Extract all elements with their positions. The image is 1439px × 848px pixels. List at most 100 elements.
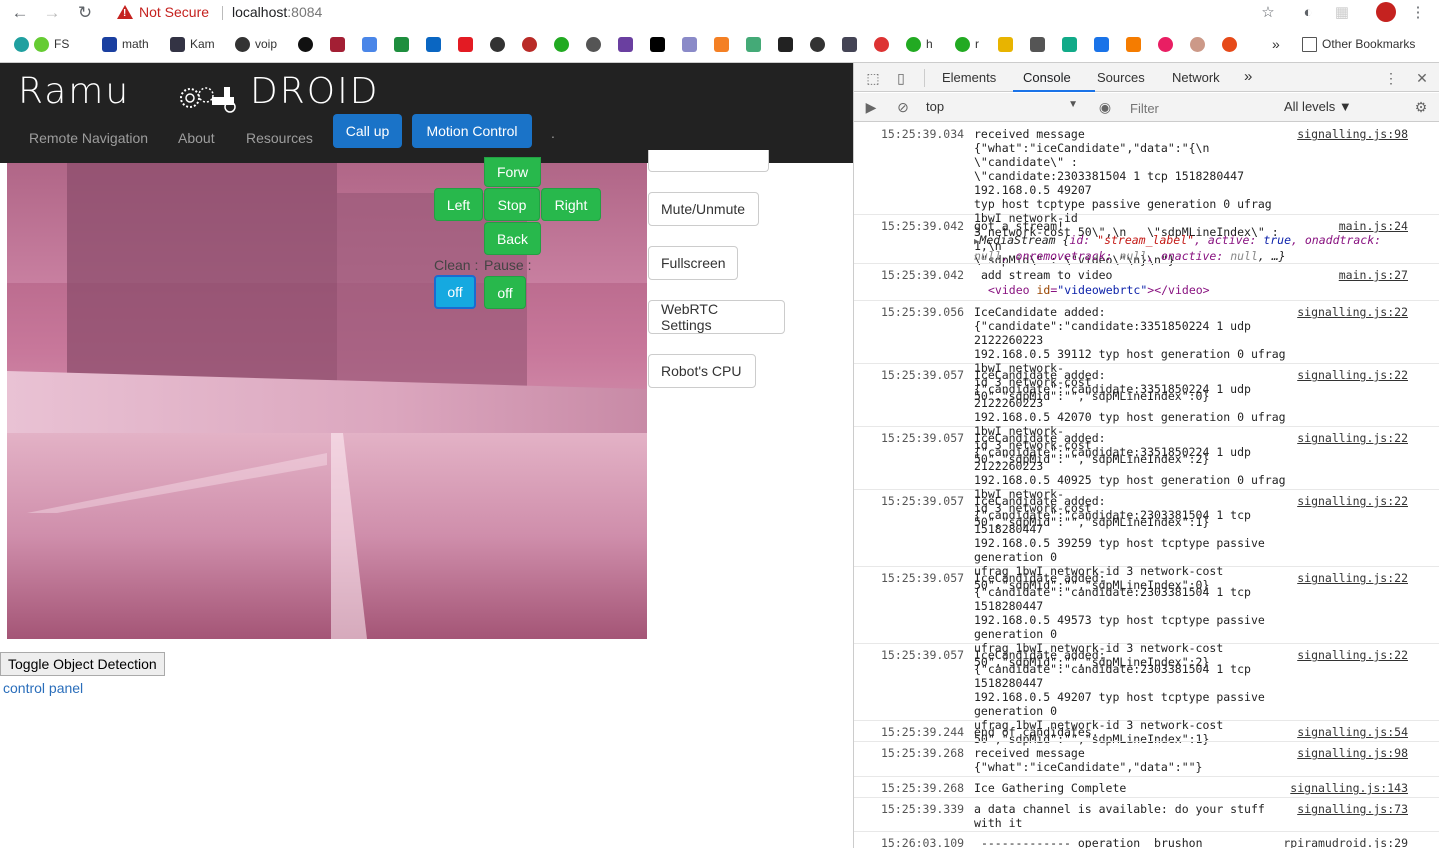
tab-console[interactable]: Console — [1023, 70, 1071, 85]
mediastream-object[interactable]: ▶MediaStream {id: "stream_label", active… — [974, 233, 1414, 263]
bookmark-r[interactable]: r — [955, 36, 979, 52]
log-timestamp: 15:25:39.057 — [881, 648, 965, 662]
log-source-link[interactable]: signalling.js:22 — [1297, 494, 1408, 508]
tab-sources[interactable]: Sources — [1097, 70, 1145, 85]
bookmark-q[interactable] — [522, 36, 542, 52]
call-up-button[interactable]: Call up — [333, 114, 402, 148]
log-source-link[interactable]: rpiramudroid.js:29 — [1283, 836, 1408, 848]
nav-remote-navigation[interactable]: Remote Navigation — [29, 130, 148, 146]
bookmark-globe[interactable] — [490, 36, 510, 52]
log-source-link[interactable]: main.js:24 — [1339, 219, 1408, 233]
star-icon[interactable]: ☆ — [1258, 3, 1278, 23]
bookmark-ti[interactable] — [998, 36, 1018, 52]
control-panel-link[interactable]: control panel — [3, 680, 83, 696]
log-source-link[interactable]: signalling.js:22 — [1297, 571, 1408, 585]
toggle-object-detection-button[interactable]: Toggle Object Detection — [0, 652, 165, 676]
robot-video-feed[interactable] — [7, 163, 647, 639]
webrtc-settings-button[interactable]: WebRTC Settings — [648, 300, 785, 334]
back-button[interactable]: Back — [484, 222, 541, 255]
log-source-link[interactable]: signalling.js:22 — [1297, 305, 1408, 319]
bookmark-kam[interactable]: Kam — [170, 36, 215, 52]
log-source-link[interactable]: signalling.js:143 — [1290, 781, 1408, 795]
extension-grid-icon[interactable]: ▦ — [1332, 3, 1352, 23]
bookmark-diamond-blue[interactable] — [1094, 36, 1114, 52]
bookmark-github[interactable] — [298, 36, 318, 52]
forward-arrow-icon[interactable]: → — [42, 3, 62, 23]
more-tabs-chevron[interactable]: » — [1244, 68, 1252, 85]
profile-avatar[interactable] — [1376, 2, 1396, 22]
bookmark-sd[interactable] — [618, 36, 638, 52]
eye-icon[interactable]: ◉ — [1096, 98, 1114, 116]
bookmark-mit[interactable] — [330, 36, 350, 52]
bookmark-voip[interactable]: voip — [235, 36, 277, 52]
clear-console-icon[interactable]: ⊘ — [894, 98, 912, 116]
bookmark-h[interactable]: h — [906, 36, 933, 52]
bookmark-hex[interactable] — [1126, 36, 1146, 52]
bookmark-face[interactable] — [1190, 36, 1210, 52]
security-warning[interactable]: ! Not Secure — [117, 4, 209, 20]
url-bar[interactable]: localhost:8084 — [232, 4, 322, 20]
context-select[interactable]: top ▼ — [926, 99, 1078, 117]
bookmark-cloud[interactable] — [554, 36, 574, 52]
bookmark-code[interactable] — [1030, 36, 1050, 52]
bookmark-image[interactable] — [746, 36, 766, 52]
log-source-link[interactable]: signalling.js:98 — [1297, 127, 1408, 141]
clean-toggle-button[interactable]: off — [434, 275, 476, 309]
bookmark-medium[interactable] — [650, 36, 670, 52]
right-button[interactable]: Right — [541, 188, 601, 221]
bookmark-linkedin[interactable] — [426, 36, 446, 52]
log-source-link[interactable]: signalling.js:22 — [1297, 431, 1408, 445]
tab-elements[interactable]: Elements — [942, 70, 996, 85]
forward-button[interactable]: Forw — [484, 157, 541, 187]
menu-kebab-icon[interactable]: ⋮ — [1408, 3, 1428, 23]
nav-about[interactable]: About — [178, 130, 215, 146]
reload-icon[interactable]: ↻ — [75, 3, 95, 23]
extension-icon[interactable]: ◐ — [1298, 3, 1318, 23]
bookmark-m[interactable] — [458, 36, 478, 52]
inspect-element-icon[interactable]: ⬚ — [864, 69, 882, 87]
log-source-link[interactable]: signalling.js:98 — [1297, 746, 1408, 760]
bookmark-p[interactable] — [1222, 36, 1242, 52]
robots-cpu-button[interactable]: Robot's CPU — [648, 354, 756, 388]
nav-resources[interactable]: Resources — [246, 130, 313, 146]
stop-button[interactable]: Stop — [484, 188, 540, 221]
bookmark-bug[interactable] — [586, 36, 606, 52]
console-output[interactable]: 15:25:39.034 received message {"what":"i… — [854, 123, 1439, 848]
tab-network[interactable]: Network — [1172, 70, 1220, 85]
other-bookmarks[interactable]: Other Bookmarks — [1302, 36, 1415, 52]
left-button[interactable]: Left — [434, 188, 483, 221]
bookmark-globe2[interactable] — [810, 36, 830, 52]
bookmark-diamond[interactable] — [842, 36, 862, 52]
fullscreen-button[interactable]: Fullscreen — [648, 246, 738, 280]
mute-unmute-button[interactable]: Mute/Unmute — [648, 192, 759, 226]
log-source-link[interactable]: signalling.js:22 — [1297, 368, 1408, 382]
bookmark-chart[interactable] — [682, 36, 702, 52]
bookmark-stack[interactable] — [1062, 36, 1082, 52]
more-bookmarks-chevron[interactable]: » — [1272, 36, 1280, 52]
log-source-link[interactable]: signalling.js:73 — [1297, 802, 1408, 816]
leaf-icon — [34, 36, 49, 52]
motion-control-button[interactable]: Motion Control — [412, 114, 532, 148]
log-source-link[interactable]: signalling.js:22 — [1297, 648, 1408, 662]
filter-input[interactable] — [1126, 98, 1276, 118]
log-levels-select[interactable]: All levels ▼ — [1284, 99, 1352, 114]
settings-gear-icon[interactable]: ⚙ — [1412, 98, 1430, 116]
bookmark-fs[interactable]: FS — [14, 36, 69, 52]
back-arrow-icon[interactable]: ← — [10, 3, 30, 23]
close-icon[interactable]: ✕ — [1413, 69, 1431, 87]
device-toolbar-icon[interactable]: ▯ — [892, 69, 910, 87]
bookmark-star[interactable] — [874, 36, 894, 52]
bookmark-green[interactable] — [394, 36, 414, 52]
log-source-link[interactable]: signalling.js:54 — [1297, 725, 1408, 739]
log-source-link[interactable]: main.js:27 — [1339, 268, 1408, 282]
bookmark-stackoverflow[interactable] — [714, 36, 734, 52]
bookmark-gs[interactable] — [362, 36, 382, 52]
sidebar-toggle-icon[interactable]: ▶ — [862, 98, 880, 116]
bookmark-pink[interactable] — [1158, 36, 1178, 52]
bookmark-math[interactable]: math — [102, 36, 149, 52]
bookmark-qr[interactable] — [778, 36, 798, 52]
hidden-top-button[interactable] — [648, 150, 769, 172]
devtools-menu-icon[interactable]: ⋮ — [1382, 69, 1400, 87]
pause-toggle-button[interactable]: off — [484, 276, 526, 309]
video-element-node[interactable]: <video id="videowebrtc"></video> — [988, 283, 1210, 297]
